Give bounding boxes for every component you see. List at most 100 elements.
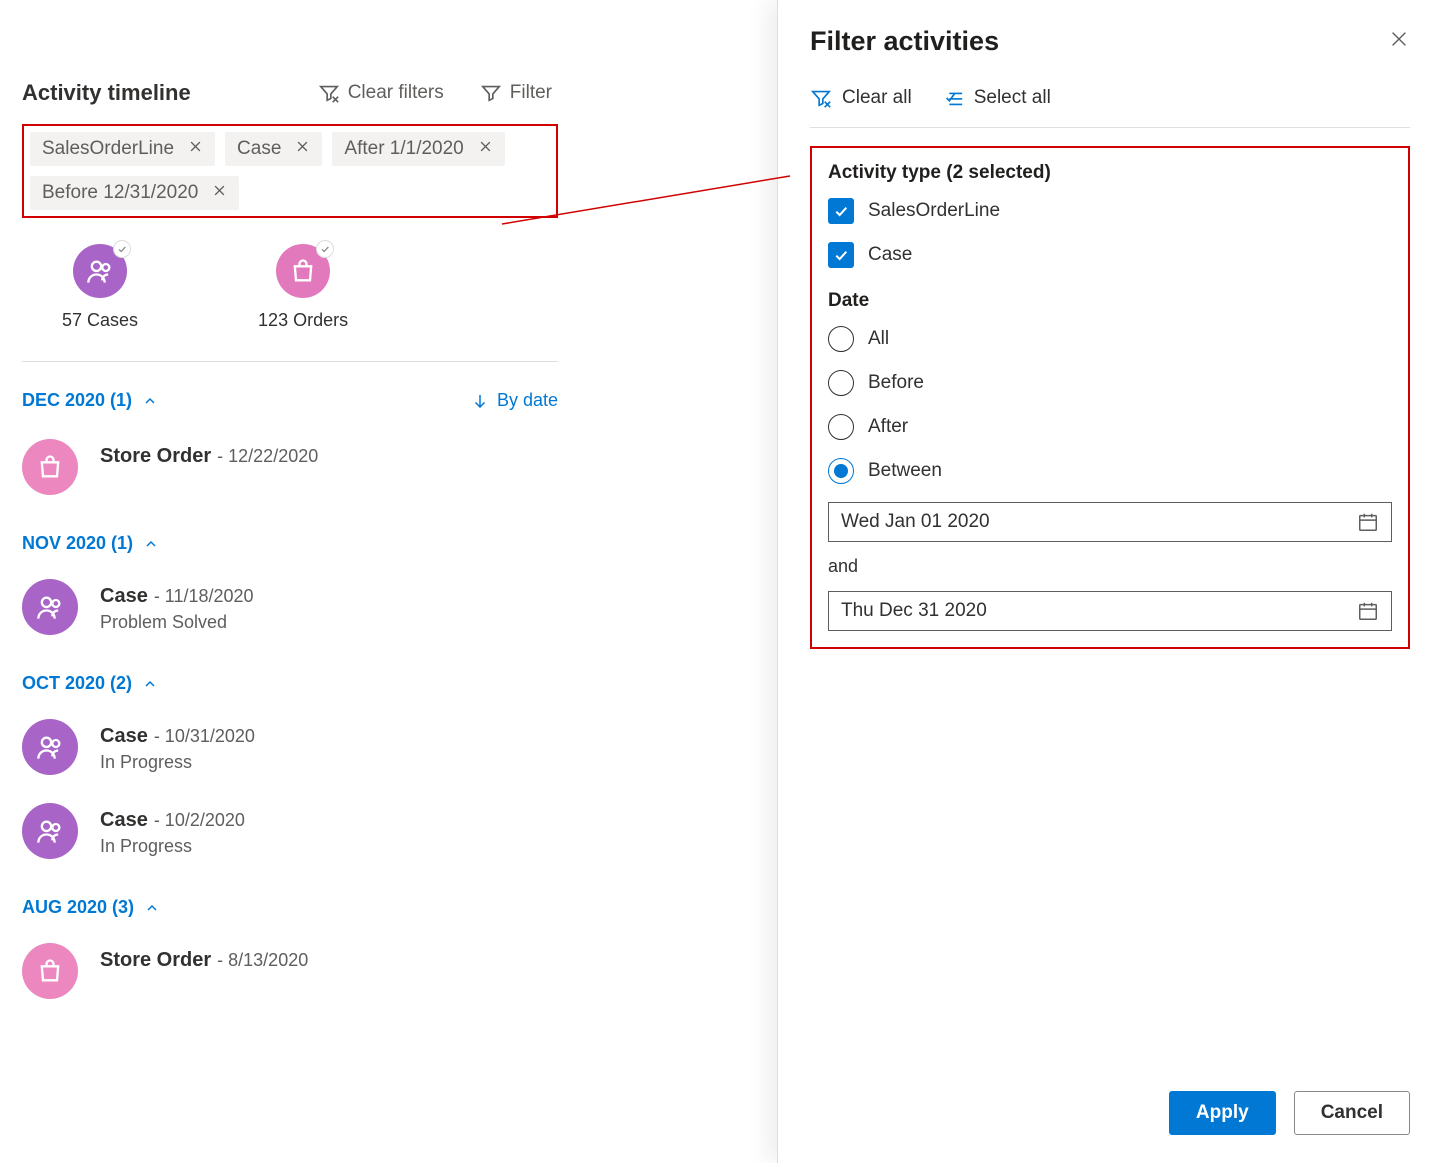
select-all-label: Select all	[974, 87, 1051, 109]
radio[interactable]	[828, 370, 854, 396]
timeline-item-type: Case	[100, 809, 148, 832]
timeline-item[interactable]: Case - 11/18/2020 Problem Solved	[22, 579, 558, 635]
filter-button[interactable]: Filter	[474, 81, 558, 105]
sort-button[interactable]: By date	[471, 390, 558, 411]
calendar-icon	[1357, 511, 1379, 533]
person-icon	[22, 719, 78, 775]
filter-chips-container: SalesOrderLine Case After 1/1/2020 Before 1…	[22, 124, 558, 218]
group-header-label: AUG 2020 (3)	[22, 897, 134, 918]
timeline-item-content: Case - 11/18/2020 Problem Solved	[100, 579, 254, 633]
date-option-radio-row[interactable]: Before	[828, 370, 1392, 396]
filter-chip: After 1/1/2020	[332, 132, 504, 166]
timeline-item-type: Case	[100, 585, 148, 608]
select-all-button[interactable]: Select all	[942, 87, 1051, 109]
radio[interactable]	[828, 414, 854, 440]
filter-activities-panel: Filter activities Clear all Select all A…	[777, 0, 1442, 1163]
radio-label: Before	[868, 372, 924, 394]
timeline-item[interactable]: Case - 10/2/2020 In Progress	[22, 803, 558, 859]
timeline-title-row: Case - 10/31/2020	[100, 725, 255, 748]
date-to-input[interactable]: Thu Dec 31 2020	[828, 591, 1392, 631]
timeline-item-type: Store Order	[100, 445, 211, 468]
summary-item[interactable]: 57 Cases	[62, 244, 138, 331]
timeline-item-status: Problem Solved	[100, 612, 254, 633]
group-header[interactable]: NOV 2020 (1)	[22, 533, 159, 554]
timeline-item-type: Store Order	[100, 949, 211, 972]
chip-label: After 1/1/2020	[344, 138, 463, 160]
timeline-item[interactable]: Store Order - 8/13/2020	[22, 943, 558, 999]
and-label: and	[828, 556, 1392, 577]
filter-icon	[480, 82, 502, 104]
summary-label: 123 Orders	[258, 310, 348, 331]
chip-remove-button[interactable]	[478, 138, 493, 160]
filter-chip: Before 12/31/2020	[30, 176, 239, 210]
summary-item[interactable]: 123 Orders	[258, 244, 348, 331]
date-option-radio-row[interactable]: After	[828, 414, 1392, 440]
timeline-item-date: - 10/2/2020	[154, 810, 245, 831]
radio-label: After	[868, 416, 908, 438]
checkbox-label: Case	[868, 244, 912, 266]
clear-all-button[interactable]: Clear all	[810, 87, 912, 109]
timeline-title-row: Store Order - 12/22/2020	[100, 445, 318, 468]
check-badge-icon	[316, 240, 334, 258]
filter-section-highlight: Activity type (2 selected) SalesOrderLin…	[810, 146, 1410, 649]
activity-type-checkbox-row[interactable]: SalesOrderLine	[828, 198, 1392, 224]
timeline-item-content: Store Order - 8/13/2020	[100, 943, 308, 976]
group-header[interactable]: OCT 2020 (2)	[22, 673, 158, 694]
bag-icon	[22, 943, 78, 999]
group-header[interactable]: DEC 2020 (1)	[22, 390, 158, 411]
bag-icon	[22, 439, 78, 495]
chip-remove-button[interactable]	[212, 182, 227, 204]
panel-footer: Apply Cancel	[778, 1073, 1442, 1163]
timeline-item[interactable]: Case - 10/31/2020 In Progress	[22, 719, 558, 775]
apply-button[interactable]: Apply	[1169, 1091, 1276, 1135]
date-from-input[interactable]: Wed Jan 01 2020	[828, 502, 1392, 542]
filter-clear-icon	[318, 82, 340, 104]
radio-label: All	[868, 328, 889, 350]
activity-type-checkbox-row[interactable]: Case	[828, 242, 1392, 268]
select-all-icon	[942, 87, 964, 109]
panel-header: Filter activities	[778, 0, 1442, 67]
close-button[interactable]	[1388, 28, 1410, 55]
group-header-label: NOV 2020 (1)	[22, 533, 133, 554]
clear-filters-label: Clear filters	[348, 82, 444, 104]
chip-remove-button[interactable]	[188, 138, 203, 160]
checkbox[interactable]	[828, 242, 854, 268]
group-header-row: DEC 2020 (1) By date	[22, 390, 558, 411]
summary-row: 57 Cases 123 Orders	[22, 236, 558, 362]
activity-timeline-panel: Activity timeline Clear filters Filter S…	[0, 80, 580, 1027]
clear-all-label: Clear all	[842, 87, 912, 109]
clear-filters-button[interactable]: Clear filters	[312, 81, 450, 105]
radio[interactable]	[828, 326, 854, 352]
person-icon	[73, 244, 127, 298]
timeline-item-date: - 10/31/2020	[154, 726, 255, 747]
filter-label: Filter	[510, 82, 552, 104]
chip-remove-button[interactable]	[295, 138, 310, 160]
timeline-item-content: Store Order - 12/22/2020	[100, 439, 318, 472]
group-header[interactable]: AUG 2020 (3)	[22, 897, 160, 918]
timeline-title-row: Case - 10/2/2020	[100, 809, 245, 832]
timeline-item-type: Case	[100, 725, 148, 748]
checkbox-label: SalesOrderLine	[868, 200, 1000, 222]
person-icon	[22, 579, 78, 635]
filter-clear-icon	[810, 87, 832, 109]
date-option-radio-row[interactable]: Between	[828, 458, 1392, 484]
timeline-item-date: - 8/13/2020	[217, 950, 308, 971]
cancel-button[interactable]: Cancel	[1294, 1091, 1410, 1135]
date-option-radio-row[interactable]: All	[828, 326, 1392, 352]
bag-icon	[276, 244, 330, 298]
summary-label: 57 Cases	[62, 310, 138, 331]
chip-label: Case	[237, 138, 281, 160]
close-icon	[1388, 28, 1410, 50]
timeline-item-status: In Progress	[100, 752, 255, 773]
radio[interactable]	[828, 458, 854, 484]
timeline-item-status: In Progress	[100, 836, 245, 857]
timeline-item[interactable]: Store Order - 12/22/2020	[22, 439, 558, 495]
timeline-title-row: Case - 11/18/2020	[100, 585, 254, 608]
radio-label: Between	[868, 460, 942, 482]
panel-title: Activity timeline	[22, 80, 191, 106]
checkbox[interactable]	[828, 198, 854, 224]
filter-chip: SalesOrderLine	[30, 132, 215, 166]
date-title: Date	[828, 290, 1392, 312]
panel-actions: Clear filters Filter	[312, 81, 558, 105]
person-icon	[22, 803, 78, 859]
